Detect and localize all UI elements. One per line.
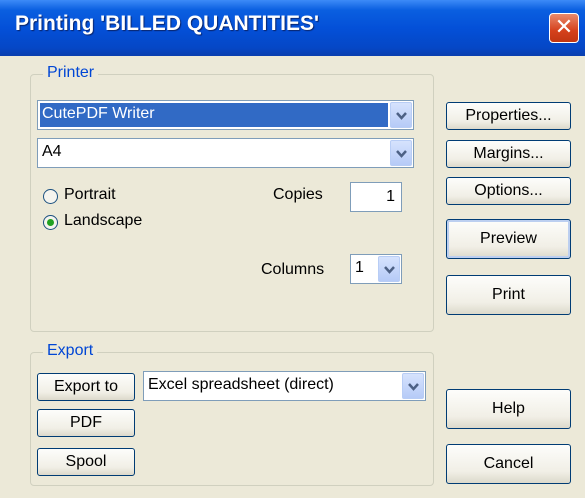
- preview-button[interactable]: Preview: [446, 219, 571, 259]
- portrait-radio[interactable]: [43, 189, 58, 204]
- properties-button[interactable]: Properties...: [446, 102, 571, 130]
- print-button-label: Print: [492, 286, 525, 303]
- close-button[interactable]: ✕: [549, 13, 579, 43]
- spool-button[interactable]: Spool: [37, 448, 135, 476]
- chevron-down-icon[interactable]: [378, 256, 400, 282]
- landscape-radio[interactable]: [43, 215, 58, 230]
- copies-label: Copies: [273, 186, 323, 203]
- options-button[interactable]: Options...: [446, 177, 571, 205]
- chevron-down-icon[interactable]: [402, 373, 424, 399]
- print-dialog: Printing 'BILLED QUANTITIES' ✕ Printer C…: [0, 0, 585, 498]
- chevron-down-icon[interactable]: [390, 102, 412, 128]
- copies-input[interactable]: 1: [350, 182, 402, 212]
- columns-value: 1: [355, 259, 364, 276]
- paper-size-value: A4: [42, 143, 62, 160]
- export-format-select[interactable]: Excel spreadsheet (direct): [143, 371, 426, 401]
- preview-button-label: Preview: [480, 230, 537, 247]
- margins-button[interactable]: Margins...: [446, 140, 571, 168]
- options-button-label: Options...: [474, 182, 543, 199]
- paper-size-select[interactable]: A4: [37, 138, 414, 168]
- chevron-down-icon[interactable]: [390, 140, 412, 166]
- export-to-button[interactable]: Export to: [37, 373, 135, 401]
- radio-selected-dot: [47, 219, 54, 226]
- copies-value: 1: [386, 188, 395, 205]
- title-bar[interactable]: Printing 'BILLED QUANTITIES' ✕: [0, 0, 585, 56]
- pdf-button-label: PDF: [70, 414, 102, 431]
- help-button-label: Help: [492, 400, 525, 417]
- printer-select[interactable]: CutePDF Writer: [37, 100, 414, 130]
- cancel-button-label: Cancel: [483, 455, 534, 472]
- export-to-button-label: Export to: [53, 378, 119, 395]
- dialog-body: Printer CutePDF Writer A4 Portrait Lands…: [3, 56, 582, 495]
- help-button[interactable]: Help: [446, 389, 571, 429]
- landscape-label[interactable]: Landscape: [64, 212, 142, 230]
- export-format-value: Excel spreadsheet (direct): [148, 376, 334, 393]
- printer-group-legend: Printer: [43, 64, 99, 82]
- spool-button-label: Spool: [65, 453, 107, 470]
- close-icon: ✕: [554, 15, 574, 40]
- columns-select[interactable]: 1: [350, 254, 402, 284]
- portrait-label[interactable]: Portrait: [64, 186, 116, 204]
- export-group-legend: Export: [43, 342, 98, 360]
- pdf-button[interactable]: PDF: [37, 409, 135, 437]
- cancel-button[interactable]: Cancel: [446, 444, 571, 484]
- printer-select-value: CutePDF Writer: [42, 105, 155, 122]
- window-title: Printing 'BILLED QUANTITIES': [15, 12, 319, 35]
- properties-button-label: Properties...: [465, 107, 552, 124]
- print-button[interactable]: Print: [446, 275, 571, 315]
- margins-button-label: Margins...: [473, 145, 544, 162]
- columns-label: Columns: [261, 261, 325, 278]
